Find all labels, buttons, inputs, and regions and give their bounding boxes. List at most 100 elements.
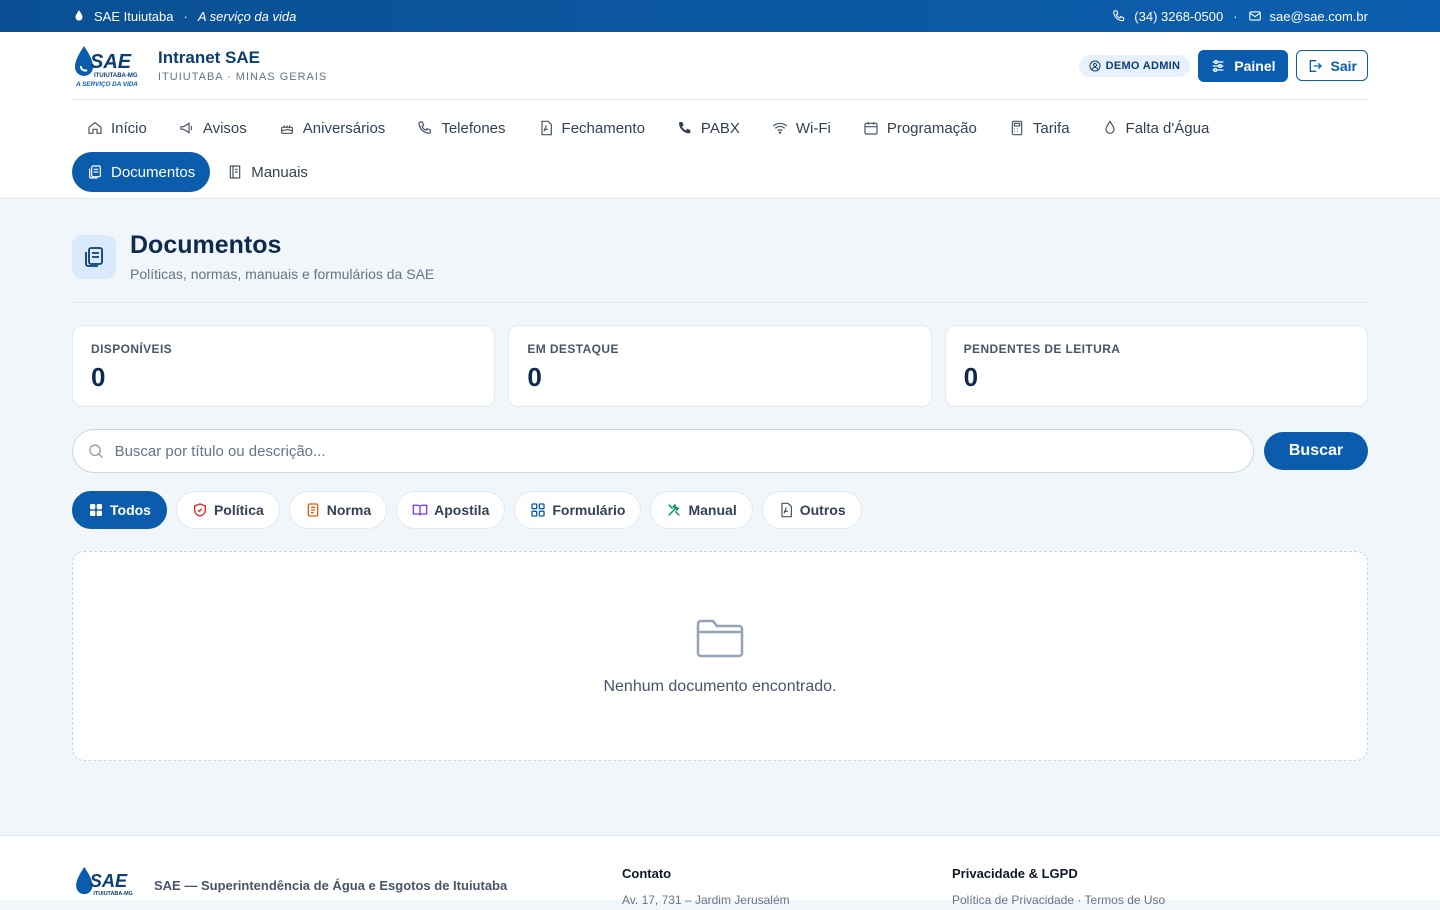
cake-icon (280, 125, 293, 134)
nav-item-pabx[interactable]: PABX (662, 108, 755, 148)
site-footer: SAE ITUIUTABA-MG SAE — Superintendência … (0, 835, 1440, 907)
page-title: Documentos (130, 231, 282, 259)
user-circle-icon (1089, 60, 1101, 71)
documents-icon (85, 246, 103, 267)
filter-norma[interactable]: Norma (288, 491, 388, 529)
filter-outros[interactable]: Outros (761, 491, 862, 529)
nav-label: Início (111, 119, 147, 137)
nav-item-manuais[interactable]: Manuais (212, 152, 323, 192)
phone-icon (418, 121, 432, 134)
stat-label: EM DESTAQUE (527, 342, 619, 356)
grid-icon (90, 504, 102, 516)
search-box[interactable] (72, 429, 1254, 473)
page-subtitle: Políticas, normas, manuais e formulários… (130, 266, 435, 282)
nav-item-falta-agua[interactable]: Falta d'Água (1087, 108, 1225, 148)
page-header: Documentos Políticas, normas, manuais e … (72, 199, 1368, 303)
footer-privacy: Privacidade & LGPD Política de Privacida… (952, 836, 1282, 907)
stat-label: DISPONÍVEIS (91, 342, 173, 356)
home-icon (88, 121, 102, 134)
header-actions: DEMO ADMIN Painel Sair (1078, 49, 1368, 82)
stat-value: 0 (91, 362, 106, 392)
nav-item-tarifa[interactable]: Tarifa (994, 108, 1085, 148)
main-nav: Início Avisos Aniversários Telefones Fec… (72, 100, 1252, 198)
stat-value: 0 (963, 362, 979, 392)
main-content: Documentos Políticas, normas, manuais e … (0, 199, 1440, 761)
nav-item-programacao[interactable]: Programação (848, 108, 992, 148)
shield-icon (193, 503, 206, 517)
filter-label: Norma (326, 502, 372, 518)
nav-item-fechamento[interactable]: Fechamento (523, 108, 660, 148)
calendar-icon (864, 122, 878, 135)
stats-row: DISPONÍVEIS 0 EM DESTAQUE 0 PENDENTES DE… (72, 325, 1368, 407)
topbar-phone[interactable]: (34) 3268-0500 (1134, 9, 1223, 24)
nav-label: Tarifa (1032, 119, 1070, 137)
file-icon (781, 502, 792, 518)
stat-value: 0 (527, 362, 542, 392)
phone-icon (1113, 10, 1125, 22)
logo-tag: ITUIUTABA-MG (94, 73, 138, 79)
footer-logo-tag: ITUIUTABA-MG (93, 891, 132, 897)
filter-label: Formulário (552, 502, 626, 518)
filter-label: Política (213, 502, 264, 518)
filter-apostila[interactable]: Apostila (396, 491, 506, 529)
mail-icon (1248, 11, 1261, 21)
filter-politica[interactable]: Política (175, 491, 280, 529)
brand[interactable]: SAE ITUIUTABA-MG A SERVIÇO DA VIDA Intra… (72, 44, 327, 88)
nav-item-documentos[interactable]: Documentos (72, 152, 211, 192)
wifi-icon (772, 122, 787, 134)
filter-todos[interactable]: Todos (72, 491, 167, 529)
empty-state: Nenhum documento encontrado. (72, 551, 1368, 761)
nav-item-inicio[interactable]: Início (72, 108, 162, 148)
nav-label: Manuais (251, 163, 308, 181)
nav-item-telefones[interactable]: Telefones (402, 108, 520, 148)
topbar-email[interactable]: sae@sae.com.br (1270, 9, 1368, 24)
filter-label: Manual (688, 502, 737, 518)
footer-privacy-line[interactable]: Política de Privacidade · Termos de Uso (952, 893, 1282, 907)
sae-footer-logo: SAE ITUIUTABA-MG (76, 866, 133, 897)
book-icon (229, 165, 241, 179)
brand-subtitle: ITUIUTABA · MINAS GERAIS (158, 71, 328, 83)
logout-button[interactable]: Sair (1295, 50, 1368, 81)
topbar-org: SAE Ituiutaba (94, 8, 174, 24)
footer-privacy-title: Privacidade & LGPD (952, 866, 1078, 881)
logout-label: Sair (1330, 57, 1357, 74)
filter-label: Outros (799, 502, 846, 518)
footer-logo-text: SAE (90, 871, 128, 891)
phone-filled-icon (678, 122, 691, 134)
empty-message: Nenhum documento encontrado. (603, 678, 837, 695)
filter-label: Todos (110, 502, 151, 518)
open-book-icon (412, 504, 428, 516)
nav-label: Documentos (111, 163, 196, 181)
stat-label: PENDENTES DE LEITURA (963, 342, 1121, 356)
search-row: Buscar (72, 429, 1368, 473)
nav-label: Falta d'Água (1125, 119, 1210, 137)
documents-icon (89, 165, 101, 179)
brand-row: SAE ITUIUTABA-MG A SERVIÇO DA VIDA Intra… (72, 32, 1368, 100)
logout-icon (1309, 59, 1322, 72)
nav-label: Aniversários (302, 119, 386, 137)
search-input[interactable] (114, 442, 1239, 460)
nav-item-avisos[interactable]: Avisos (164, 108, 262, 148)
filter-manual[interactable]: Manual (650, 491, 753, 529)
form-grid-icon (531, 503, 546, 517)
sae-logo: SAE ITUIUTABA-MG A SERVIÇO DA VIDA (75, 45, 138, 88)
search-button[interactable]: Buscar (1264, 432, 1368, 470)
filter-label: Apostila (434, 502, 490, 518)
folder-icon (696, 619, 744, 658)
tools-icon (668, 504, 681, 516)
drop-icon (1104, 120, 1115, 134)
footer-contact-line: Av. 17, 731 – Jardim Jerusalém (622, 893, 790, 907)
nav-item-wifi[interactable]: Wi-Fi (757, 108, 846, 148)
footer-contact: Contato Av. 17, 731 – Jardim Jerusalém (622, 836, 952, 907)
painel-button[interactable]: Painel (1198, 49, 1288, 82)
topbar-slogan: A serviço da vida (197, 8, 297, 24)
nav-item-aniversarios[interactable]: Aniversários (264, 108, 401, 148)
megaphone-icon (180, 122, 192, 134)
logo-text: SAE (90, 51, 132, 73)
footer-brand: SAE ITUIUTABA-MG SAE — Superintendência … (72, 860, 622, 910)
stat-card-destaque: EM DESTAQUE 0 (508, 325, 932, 407)
page-icon (72, 234, 116, 279)
nav-label: Wi-Fi (795, 119, 831, 137)
category-filters: Todos Política Norma Apostila Formulário… (72, 491, 1368, 529)
filter-formulario[interactable]: Formulário (514, 491, 642, 529)
